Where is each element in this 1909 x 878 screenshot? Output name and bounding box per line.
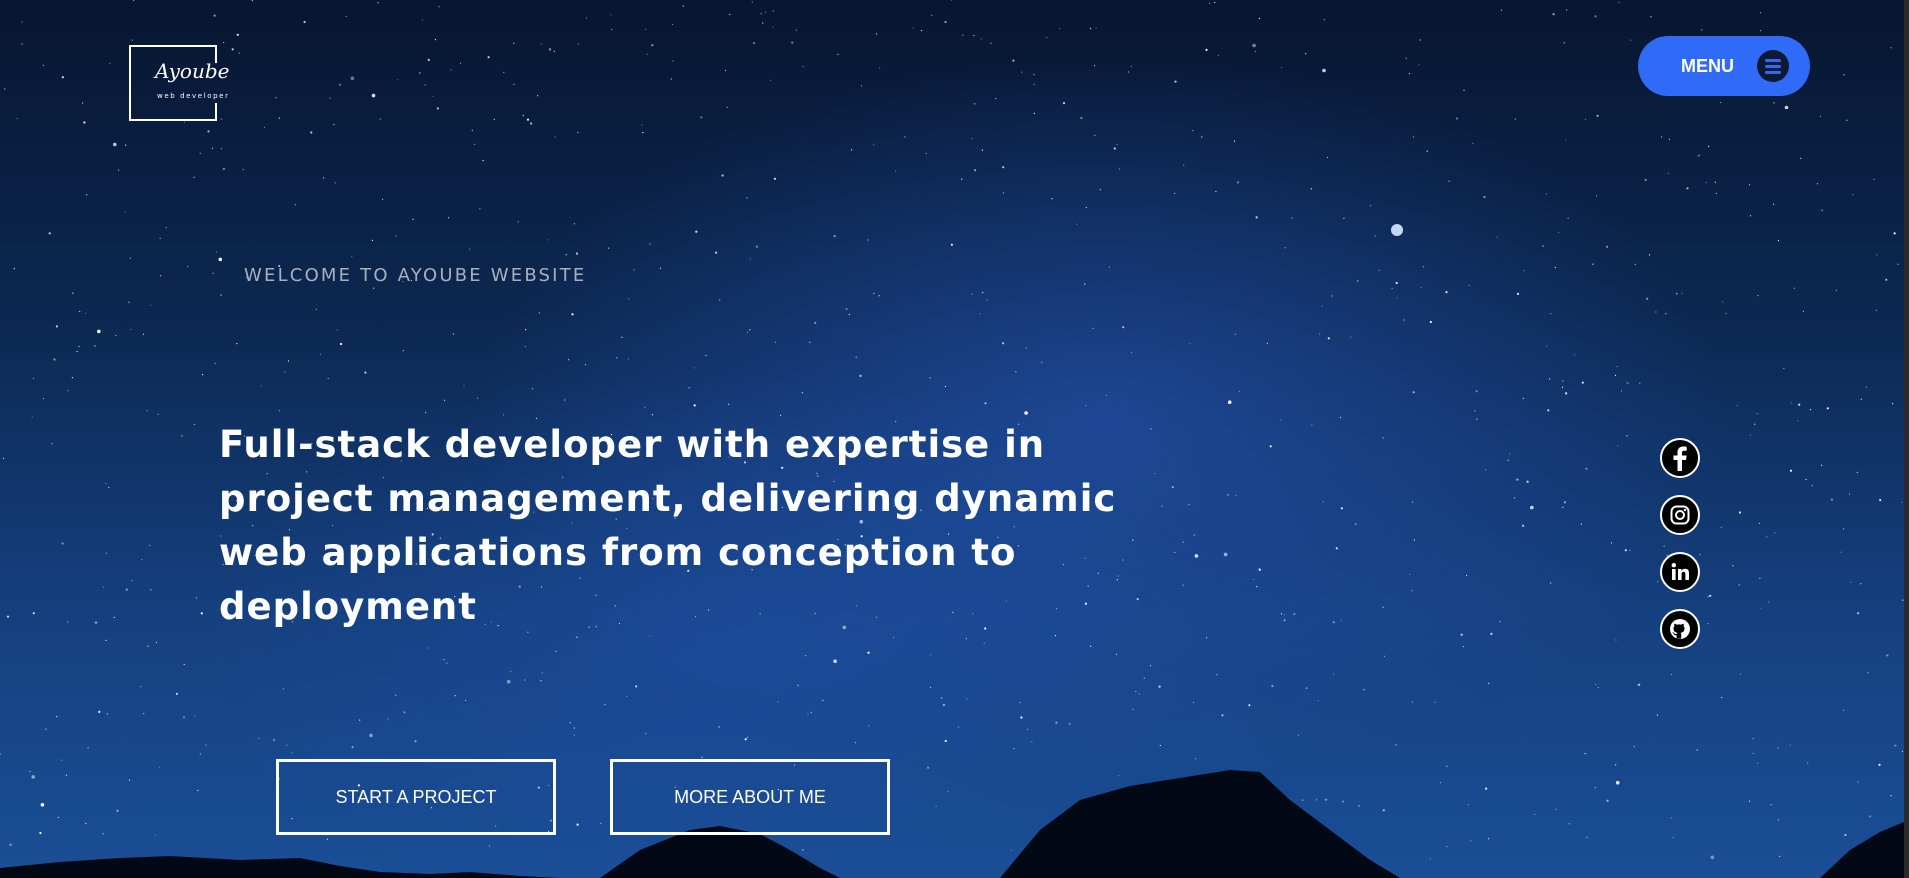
scrollbar-edge xyxy=(1904,0,1909,878)
facebook-icon xyxy=(1673,446,1687,471)
linkedin-link[interactable] xyxy=(1660,552,1700,592)
github-link[interactable] xyxy=(1660,609,1700,649)
logo-name: Ayoube xyxy=(155,59,230,83)
github-icon xyxy=(1670,619,1690,639)
more-about-me-button[interactable]: MORE ABOUT ME xyxy=(610,759,890,835)
hamburger-icon xyxy=(1757,50,1789,82)
linkedin-icon xyxy=(1671,563,1689,580)
site-logo[interactable]: Ayoube web developer xyxy=(129,45,253,121)
welcome-text: WELCOME TO AYOUBE WEBSITE xyxy=(244,265,587,286)
facebook-link[interactable] xyxy=(1660,438,1700,478)
menu-button[interactable]: MENU xyxy=(1638,36,1810,96)
logo-subtitle: web developer xyxy=(157,92,230,100)
menu-label: MENU xyxy=(1681,56,1734,76)
instagram-icon xyxy=(1670,505,1690,525)
hero-section: Ayoube web developer MENU WELCOME TO AYO… xyxy=(0,0,1904,878)
instagram-link[interactable] xyxy=(1660,495,1700,535)
logo-frame xyxy=(129,45,217,121)
start-project-button[interactable]: START A PROJECT xyxy=(276,759,556,835)
hero-headline: Full-stack developer with expertise in p… xyxy=(219,423,1117,628)
logo-frame-edge-bottom xyxy=(215,103,217,119)
